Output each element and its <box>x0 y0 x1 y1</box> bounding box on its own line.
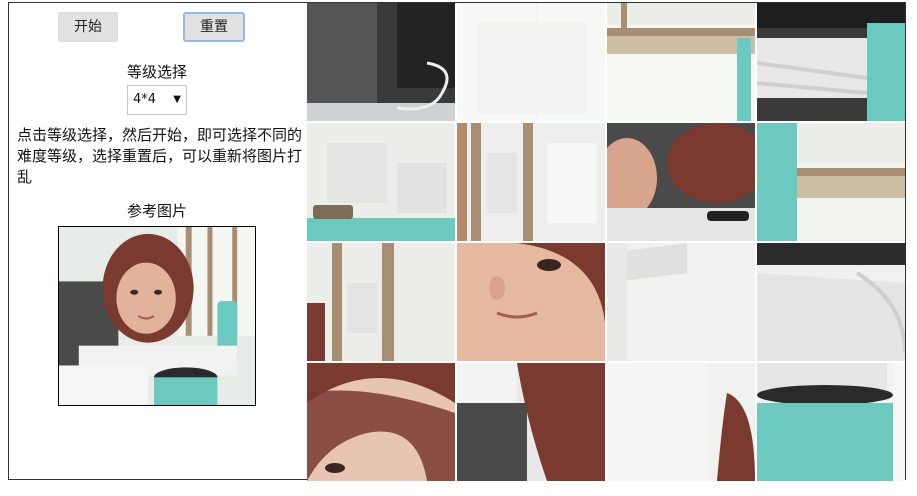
puzzle-board <box>307 3 905 481</box>
puzzle-tile[interactable] <box>457 3 605 121</box>
control-panel: 开始 重置 等级选择 4*4 ▼ 点击等级选择，然后开始，即可选择不同的难度等级… <box>9 3 305 479</box>
puzzle-tile[interactable] <box>607 3 755 121</box>
puzzle-tile[interactable] <box>457 123 605 241</box>
puzzle-tile[interactable] <box>457 363 605 481</box>
level-label: 等级选择 <box>126 63 187 81</box>
puzzle-tile[interactable] <box>607 363 755 481</box>
instructions-text: 点击等级选择，然后开始，即可选择不同的难度等级，选择重置后，可以重新将图片打乱 <box>17 126 303 186</box>
puzzle-tile[interactable] <box>307 3 455 121</box>
puzzle-tile[interactable] <box>757 3 905 121</box>
puzzle-tile[interactable] <box>757 243 905 361</box>
puzzle-tile[interactable] <box>457 243 605 361</box>
puzzle-tile[interactable] <box>607 123 755 241</box>
puzzle-tile[interactable] <box>757 123 905 241</box>
reference-label: 参考图片 <box>126 202 187 220</box>
puzzle-tile[interactable] <box>607 243 755 361</box>
level-select-value: 4*4 <box>133 92 157 107</box>
puzzle-tile[interactable] <box>757 363 905 481</box>
reference-image <box>58 226 256 406</box>
puzzle-tile[interactable] <box>307 243 455 361</box>
reset-button[interactable]: 重置 <box>183 12 245 42</box>
level-select[interactable]: 4*4 ▼ <box>127 85 187 115</box>
chevron-down-icon: ▼ <box>173 94 181 105</box>
puzzle-tile[interactable] <box>307 123 455 241</box>
start-button[interactable]: 开始 <box>58 12 118 42</box>
puzzle-tile[interactable] <box>307 363 455 481</box>
